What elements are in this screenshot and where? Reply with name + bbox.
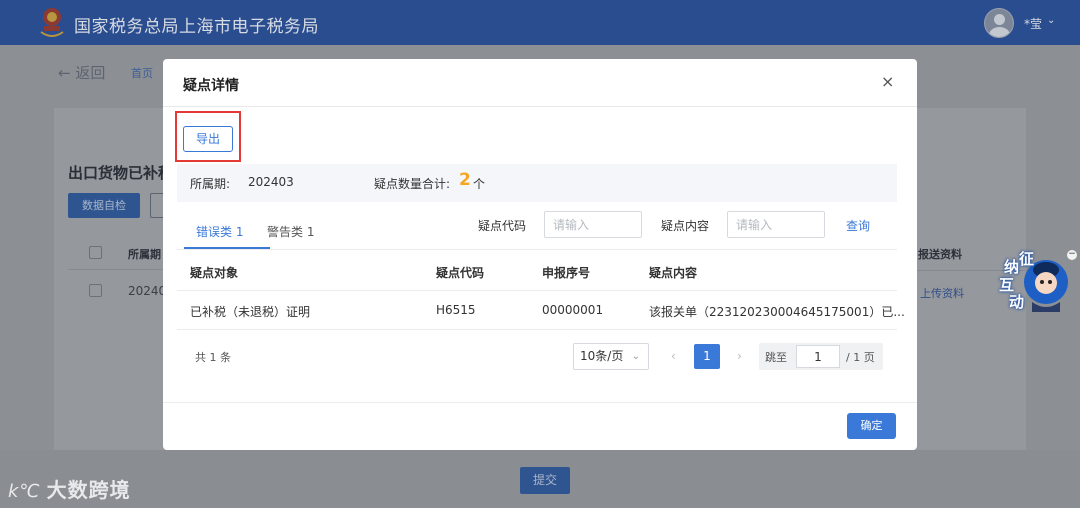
- dialog-header: 疑点详情 ×: [163, 59, 917, 107]
- chevron-down-icon[interactable]: ⌄: [1047, 15, 1055, 26]
- divider: [163, 402, 917, 403]
- table-cell-code: H6515: [436, 303, 476, 317]
- jump-page-input[interactable]: [796, 345, 840, 368]
- submit-button[interactable]: 提交: [520, 467, 570, 494]
- period-value: 202403: [248, 175, 294, 189]
- watermark: k℃ 大数跨境: [8, 474, 131, 503]
- column-header-content: 疑点内容: [649, 266, 698, 280]
- mascot-char-4: 动: [1009, 293, 1025, 311]
- back-label: 返回: [75, 64, 106, 82]
- watermark-text: 大数跨境: [46, 478, 131, 502]
- section-title: 出口货物已补税: [68, 164, 174, 182]
- code-filter-input[interactable]: [544, 211, 642, 238]
- column-header-serial: 申报序号: [542, 266, 591, 280]
- total-pages: / 1 页: [846, 351, 875, 364]
- header-checkbox[interactable]: [89, 246, 102, 259]
- content-filter-label: 疑点内容: [661, 219, 710, 233]
- background-cell-period: 20240: [128, 284, 167, 298]
- background-column-period: 所属期: [128, 248, 161, 261]
- page-size-select[interactable]: 10条/页 ⌄: [573, 343, 649, 370]
- confirm-button[interactable]: 确定: [847, 413, 896, 439]
- top-bar: 国家税务总局上海市电子税务局 *莹 ⌄: [0, 0, 1080, 45]
- user-name[interactable]: *莹: [1024, 15, 1042, 32]
- jump-label: 跳至: [765, 351, 787, 364]
- divider: [177, 290, 897, 291]
- divider: [177, 329, 897, 330]
- dialog-title: 疑点详情: [183, 78, 239, 94]
- user-avatar[interactable]: [984, 8, 1014, 38]
- count-unit: 个: [473, 177, 486, 191]
- column-header-code: 疑点代码: [436, 266, 485, 280]
- prev-page-icon[interactable]: ‹: [671, 349, 676, 363]
- export-button[interactable]: 导出: [183, 126, 233, 152]
- period-label: 所属期:: [190, 177, 231, 191]
- column-header-object: 疑点对象: [190, 266, 239, 280]
- query-button[interactable]: 查询: [846, 217, 870, 234]
- content-filter-input[interactable]: [727, 211, 825, 238]
- table-cell-serial: 00000001: [542, 303, 604, 317]
- page-number-current[interactable]: 1: [694, 344, 720, 369]
- table-cell-object: 已补税（未退税）证明: [190, 305, 311, 319]
- tab-warning[interactable]: 警告类 1: [267, 223, 314, 240]
- count-label: 疑点数量合计:: [374, 177, 451, 191]
- row-checkbox[interactable]: [89, 284, 102, 297]
- site-title: 国家税务总局上海市电子税务局: [74, 17, 319, 37]
- count-value: 2: [459, 170, 471, 190]
- table-cell-content: 该报关单（223120230004645175001）已...: [649, 305, 905, 319]
- chevron-down-icon: ⌄: [631, 351, 640, 362]
- code-filter-label: 疑点代码: [478, 219, 527, 233]
- watermark-logo: k℃: [8, 481, 41, 502]
- mascot-char-1: 征: [1019, 250, 1035, 268]
- upload-link[interactable]: 上传资料: [920, 285, 964, 301]
- tab-error[interactable]: 错误类 1: [196, 223, 243, 240]
- next-page-icon[interactable]: ›: [737, 349, 742, 363]
- total-count: 共 1 条: [195, 351, 231, 364]
- tax-emblem-icon: [40, 8, 64, 37]
- breadcrumb-home[interactable]: 首页: [131, 65, 153, 81]
- close-icon[interactable]: ×: [881, 72, 894, 91]
- divider: [177, 249, 897, 250]
- background-column-report: 报送资料: [918, 248, 962, 261]
- back-link[interactable]: ← 返回: [58, 62, 105, 83]
- mascot-close-icon[interactable]: −: [1067, 250, 1077, 260]
- data-check-button[interactable]: 数据自检: [68, 193, 140, 218]
- page-size-value: 10条/页: [580, 349, 624, 363]
- suspect-detail-dialog: 疑点详情 × 导出 所属期: 202403 疑点数量合计: 2 个 错误类 1 …: [163, 59, 917, 450]
